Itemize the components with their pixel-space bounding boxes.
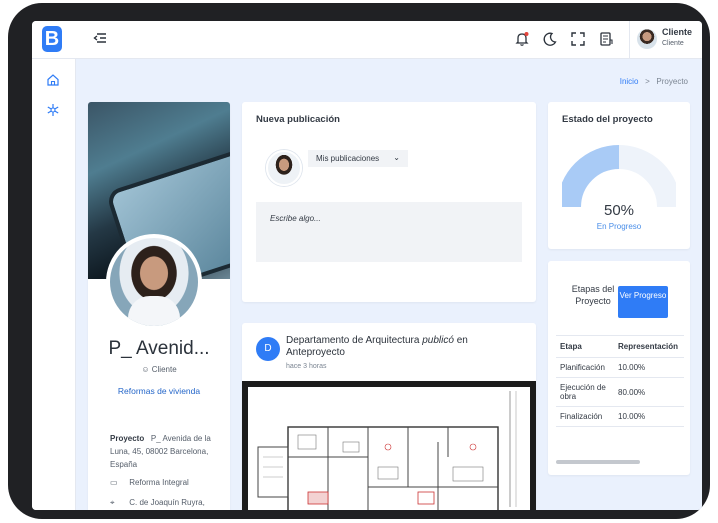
status-label: En Progreso	[596, 222, 642, 231]
post-author[interactable]: Departamento de Arquitectura	[286, 335, 419, 346]
feed-post-card: D Departamento de Arquitectura publicó e…	[242, 323, 536, 510]
app-logo[interactable]: B	[42, 26, 62, 52]
user-role: Cliente	[662, 40, 684, 47]
user-name: Cliente	[662, 27, 693, 37]
stages-table: Etapa Representación Planificación 10.00…	[556, 335, 684, 427]
moon-icon[interactable]	[542, 31, 558, 47]
stage-name: Ejecución de obra	[556, 377, 614, 407]
post-target[interactable]: Anteproyecto	[286, 347, 345, 358]
snowflake-icon[interactable]	[46, 103, 60, 117]
project-info: Proyecto P_ Avenida de la Luna, 45, 0800…	[110, 432, 220, 471]
audience-value: Mis publicaciones	[316, 154, 380, 163]
profile-name: P_ Avenid...	[108, 338, 210, 359]
sidebar	[32, 59, 76, 510]
audience-select[interactable]: Mis publicaciones ⌄	[308, 150, 408, 167]
post-textarea[interactable]: Escribe algo...	[256, 202, 522, 262]
avatar	[637, 29, 657, 49]
app-screen: B Cliente Cliente Inicio > Proyecto P_ A…	[32, 21, 702, 510]
profile-role: ☺ Cliente	[88, 365, 230, 374]
column-header: Etapa	[556, 335, 614, 358]
profile-avatar	[106, 234, 202, 330]
bell-icon[interactable]	[514, 31, 530, 47]
breadcrumb-separator: >	[645, 77, 650, 86]
project-label: Proyecto	[110, 434, 145, 443]
project-status-card: Estado del proyecto 50% En Progreso	[548, 102, 690, 249]
table-row: Ejecución de obra 80.00%	[556, 377, 684, 407]
project-type: Reforma Integral	[129, 478, 189, 487]
chevron-down-icon: ⌄	[393, 153, 400, 162]
view-progress-button[interactable]: Ver Progreso	[618, 286, 668, 318]
stages-title: Etapas del Proyecto	[571, 284, 615, 306]
notes-icon[interactable]	[598, 31, 614, 47]
menu-collapse-icon[interactable]	[92, 30, 108, 46]
new-post-title: Nueva publicación	[256, 114, 340, 125]
profile-card: P_ Avenid... ☺ Cliente Reformas de vivie…	[88, 102, 230, 510]
horizontal-scrollbar[interactable]	[556, 460, 640, 464]
new-post-card: Nueva publicación Mis publicaciones ⌄ Es…	[242, 102, 536, 302]
project-address: C. de Joaquín Ruyra,	[129, 498, 205, 507]
avatar	[266, 150, 302, 186]
location-pin-icon: ⌖	[110, 498, 115, 507]
fullscreen-icon[interactable]	[570, 31, 586, 47]
top-bar: B Cliente Cliente	[32, 21, 702, 59]
breadcrumb: Inicio > Proyecto	[620, 77, 688, 86]
table-header-row: Etapa Representación	[556, 335, 684, 358]
table-row: Finalización 10.00%	[556, 406, 684, 427]
smile-icon: ☺	[141, 365, 150, 374]
project-stages-card: Etapas del Proyecto Ver Progreso Etapa R…	[548, 261, 690, 475]
laptop-icon: ▭	[110, 478, 118, 487]
profile-category-link[interactable]: Reformas de vivienda	[88, 386, 230, 396]
stage-name: Planificación	[556, 357, 614, 378]
stage-value: 10.00%	[614, 406, 684, 427]
floor-plan-drawing	[257, 391, 517, 510]
stage-value: 80.00%	[614, 377, 684, 407]
status-percent: 50%	[603, 202, 635, 219]
post-header: Departamento de Arquitectura publicó en …	[286, 335, 526, 359]
stage-name: Finalización	[556, 406, 614, 427]
tablet-frame: B Cliente Cliente Inicio > Proyecto P_ A…	[8, 3, 710, 519]
breadcrumb-home[interactable]: Inicio	[620, 77, 639, 86]
project-type-row: ▭ Reforma Integral	[110, 478, 189, 487]
profile-role-label: Cliente	[151, 365, 177, 374]
project-address-row: ⌖ C. de Joaquín Ruyra,	[110, 498, 205, 508]
floor-plan-image[interactable]	[242, 381, 536, 510]
post-time: hace 3 horas	[286, 363, 327, 370]
stage-value: 10.00%	[614, 357, 684, 378]
breadcrumb-current: Proyecto	[656, 77, 688, 86]
post-preposition: en	[456, 335, 468, 346]
author-avatar[interactable]: D	[256, 337, 280, 361]
post-action: publicó	[422, 335, 454, 346]
status-title: Estado del proyecto	[562, 114, 653, 125]
user-menu[interactable]: Cliente Cliente	[629, 21, 702, 59]
column-header: Representación	[614, 335, 684, 358]
home-icon[interactable]	[46, 73, 60, 87]
table-row: Planificación 10.00%	[556, 357, 684, 378]
